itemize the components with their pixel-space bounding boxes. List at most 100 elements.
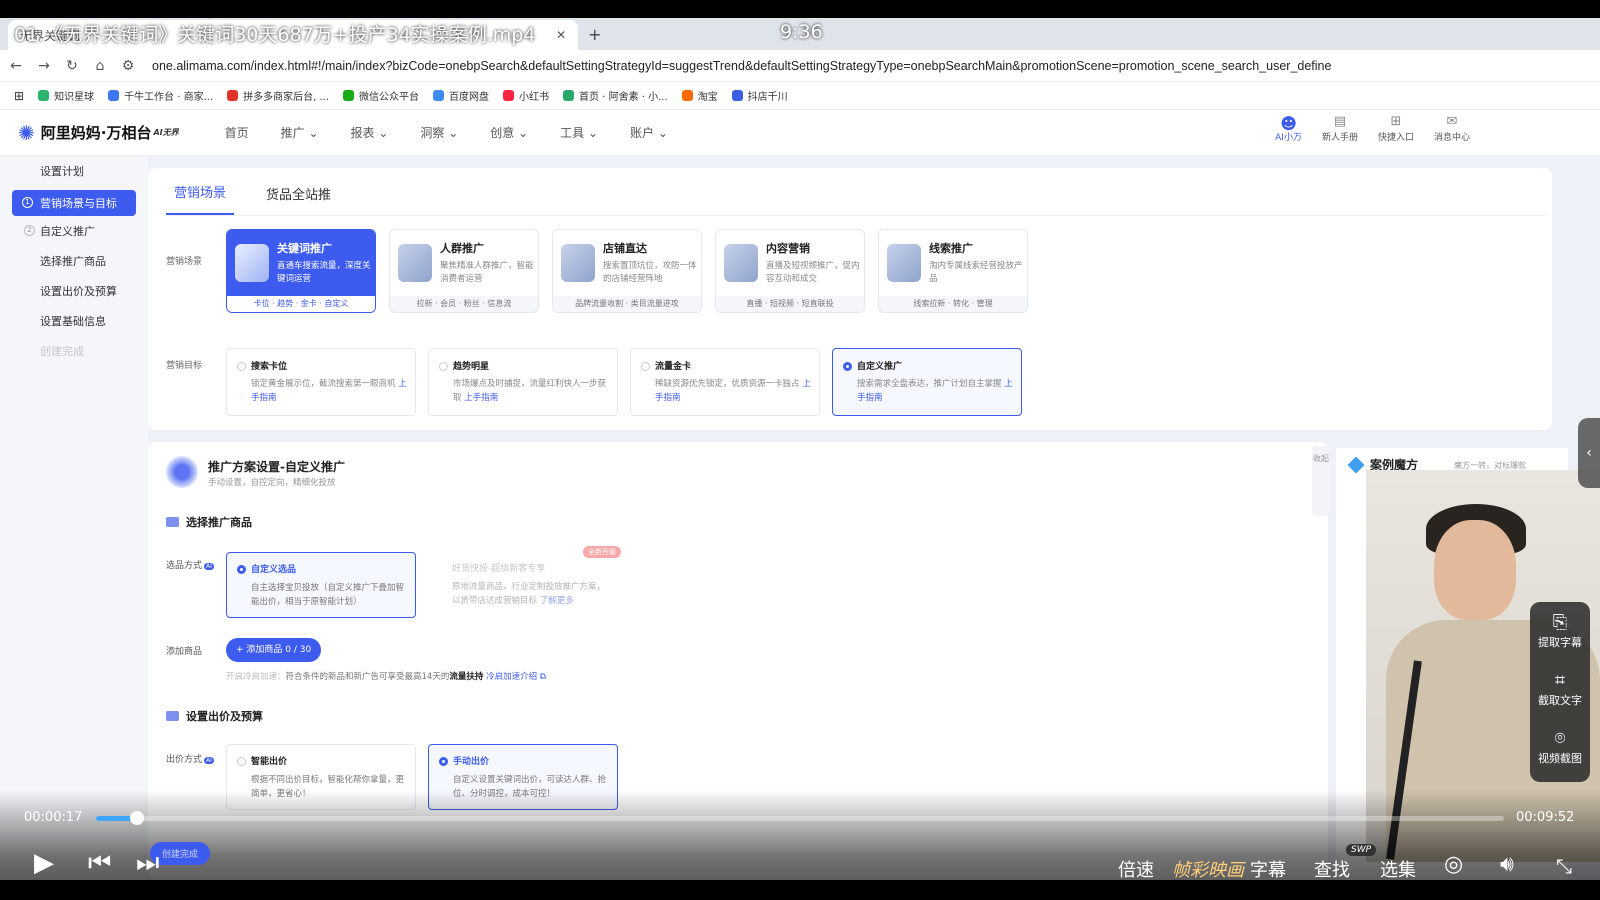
extract-subtitle-icon: ⎘ xyxy=(1552,612,1568,633)
bookmark-label: 淘宝 xyxy=(697,92,718,103)
apps-grid-icon[interactable]: ⊞ xyxy=(14,89,24,103)
menu-item[interactable]: 报表 ⌄ xyxy=(351,124,389,141)
header-action[interactable]: ✉ 消息中心 xyxy=(1434,114,1470,143)
url-field[interactable]: one.alimama.com/index.html#!/main/index?… xyxy=(152,59,1331,73)
step-item[interactable]: 设置计划 xyxy=(0,156,148,186)
back-icon[interactable]: ← xyxy=(4,58,28,74)
header-action[interactable]: ☻ AI小万 xyxy=(1275,114,1302,143)
subtitle-button[interactable]: 字幕 xyxy=(1250,856,1286,882)
section-bid: 设置出价及预算 xyxy=(166,708,263,724)
scene-desc: 聚焦精准人群推广，智能消费者运营 xyxy=(440,261,534,284)
forward-icon[interactable]: → xyxy=(32,58,56,74)
new-tab-button[interactable]: + xyxy=(588,25,601,44)
header-action[interactable]: ⊞ 快捷入口 xyxy=(1378,114,1414,143)
step-item[interactable]: 创建完成 xyxy=(0,336,148,366)
progress-thumb[interactable] xyxy=(129,811,144,825)
goal-desc: 稀缺资源优先锁定，优质资源一卡独占 上手指南 xyxy=(655,377,813,405)
bookmark-item[interactable]: 微信公众平台 xyxy=(343,88,419,103)
bookmark-favicon-icon xyxy=(503,90,515,101)
bookmark-favicon-icon xyxy=(343,90,355,101)
tab-marketing-scene[interactable]: 营销场景 xyxy=(166,182,235,215)
scene-card-item[interactable]: 关键词推广 直通车搜索流量，深度关键词运营 卡位 · 趋势 · 金卡 · 自定义 xyxy=(226,229,376,313)
scene-footer: 线索拉新 · 转化 · 管理 xyxy=(879,296,1027,312)
option-custom-select[interactable]: 自定义选品 自主选择宝贝投放（自定义推广下叠加智能出价，相当于原智能计划） xyxy=(226,552,416,618)
menu-item[interactable]: 首页 xyxy=(225,124,249,141)
menu-item[interactable]: 推广 ⌄ xyxy=(281,124,319,141)
bookmark-item[interactable]: 首页 · 阿舍素 · 小... xyxy=(563,88,668,103)
option-title: 好货快投-超级新客专享 xyxy=(452,564,546,574)
header-actions: ☻ AI小万 ▤ 新人手册 ⊞ 快捷入口 ✉ 消息中心 xyxy=(1255,114,1470,143)
step-item[interactable]: 2 自定义推广 xyxy=(0,216,148,246)
bookmark-item[interactable]: 淘宝 xyxy=(681,88,718,103)
logo[interactable]: ✺ 阿里妈妈·万相台 AI无界 xyxy=(18,121,179,145)
cold-start-link[interactable]: 冷启加速介绍 xyxy=(486,672,537,682)
play-icon[interactable]: ▶ xyxy=(34,848,54,878)
scene-tabs: 营销场景 货品全站推 xyxy=(166,168,1546,216)
goal-option[interactable]: 趋势明星 市场爆点及时捕捉，流量红利快人一步获取 上手指南 xyxy=(428,348,618,416)
episodes-button[interactable]: 选集 xyxy=(1380,856,1416,882)
add-product-button[interactable]: + 添加商品 0 / 30 xyxy=(226,638,322,662)
section-bid-title: 设置出价及预算 xyxy=(186,710,263,723)
find-button[interactable]: 查找 xyxy=(1314,856,1350,882)
scene-title: 内容营销 xyxy=(766,242,810,255)
fullscreen-exit-icon[interactable]: ⤡ xyxy=(1556,854,1572,878)
option-quick-deliver: 好货快投-超级新客专享 原地流量商品，行业定制投放推广方案，以货带店达成营销目标… xyxy=(438,552,628,618)
plan-icon xyxy=(166,456,198,488)
effect-button[interactable]: 帧彩映画 xyxy=(1172,856,1244,882)
menu-item[interactable]: 创意 ⌄ xyxy=(490,124,528,141)
bookmark-item[interactable]: 百度网盘 xyxy=(433,88,489,103)
video-screenshot-label: 视频截图 xyxy=(1538,752,1582,765)
guide-link[interactable]: 上手指南 xyxy=(464,393,498,403)
hint-text: 符合条件的新品和新广告可享受最高14天的 xyxy=(285,672,450,682)
next-icon[interactable]: ⏭ xyxy=(136,848,159,878)
step-item[interactable]: 设置出价及预算 xyxy=(0,276,148,306)
capture-text-button[interactable]: ⌗ 截取文字 xyxy=(1530,670,1590,708)
menu-item[interactable]: 洞察 ⌄ xyxy=(420,124,458,141)
hint-prefix: 开启冷启加速： xyxy=(226,672,286,682)
step-item[interactable]: 设置基础信息 xyxy=(0,306,148,336)
scene-card-item[interactable]: 店铺直达 搜索置顶坑位，攻防一体的店铺经营阵地 品牌流量收割 · 类目流量进攻 xyxy=(552,229,702,313)
scene-footer: 卡位 · 趋势 · 金卡 · 自定义 xyxy=(227,296,375,312)
bookmark-item[interactable]: 拼多多商家后台, ... xyxy=(227,88,329,103)
goal-option[interactable]: 搜索卡位 锁定黄金展示位，截流搜索第一眼商机 上手指南 xyxy=(226,348,416,416)
side-collapse-tab[interactable]: ‹ xyxy=(1578,418,1600,488)
progress-track[interactable] xyxy=(96,816,1504,821)
section-icon xyxy=(166,517,179,527)
scene-card-item[interactable]: 人群推广 聚焦精准人群推广，智能消费者运营 拉新 · 会员 · 粉丝 · 信息流 xyxy=(389,229,539,313)
bookmark-item[interactable]: 抖店千川 xyxy=(731,88,788,103)
bookmark-item[interactable]: 知识星球 xyxy=(38,88,94,103)
menu-item[interactable]: 账户 ⌄ xyxy=(630,124,668,141)
menu-item[interactable]: 工具 ⌄ xyxy=(560,124,598,141)
collapse-button[interactable]: 收起 xyxy=(1312,446,1330,516)
target-icon[interactable]: ◎ xyxy=(1444,852,1463,877)
option-title: 手动出价 xyxy=(453,757,490,767)
bookmark-item[interactable]: 小红书 xyxy=(503,88,549,103)
step-item[interactable]: 1 营销场景与目标 xyxy=(12,190,136,216)
header-action[interactable]: ▤ 新人手册 xyxy=(1322,114,1358,143)
scene-card-item[interactable]: 内容营销 直播及短视频推广，促内容互动和成交 直播 · 短视频 · 短直联投 xyxy=(715,229,865,313)
tab-product-all-site[interactable]: 货品全站推 xyxy=(258,184,339,215)
goal-option[interactable]: 流量金卡 稀缺资源优先锁定，优质资源一卡独占 上手指南 xyxy=(630,348,820,416)
external-link-icon[interactable]: ⧉ xyxy=(540,672,546,682)
select-label: 选品方式 AI xyxy=(166,558,214,571)
goal-label: 营销目标 xyxy=(166,361,203,371)
scene-card-item[interactable]: 线索推广 淘内专属线索经营投放产品 线索拉新 · 转化 · 管理 xyxy=(878,229,1028,313)
doc-icon: ▤ xyxy=(1333,114,1347,129)
bookmark-item[interactable]: 千牛工作台 · 商家... xyxy=(108,88,213,103)
step-nav: 设置计划 1 营销场景与目标 2 自定义推广 选择推广商品 设置出价及预算 设置基础信息 创建完… xyxy=(0,156,148,880)
extract-subtitle-button[interactable]: ⎘ 提取字幕 xyxy=(1530,612,1590,650)
reload-icon[interactable]: ↻ xyxy=(60,58,84,74)
speed-button[interactable]: 倍速 xyxy=(1118,856,1154,882)
home-icon[interactable]: ⌂ xyxy=(88,58,112,74)
step-item[interactable]: 选择推广商品 xyxy=(0,246,148,276)
logo-sup: AI无界 xyxy=(153,128,179,137)
goal-option[interactable]: 自定义推广 搜索需求全盘表达，推广计划自主掌握 上手指南 xyxy=(832,348,1022,416)
site-info-icon[interactable]: ⚙ xyxy=(116,58,140,74)
previous-icon[interactable]: ⏮ xyxy=(88,848,111,878)
option-desc: 原地流量商品，行业定制投放推广方案，以货带店达成营销目标 了解更多 xyxy=(452,580,612,608)
video-screenshot-button[interactable]: ⌾ 视频截图 xyxy=(1530,728,1590,766)
volume-icon[interactable]: 🔊︎ xyxy=(1500,852,1514,877)
close-tab-icon[interactable]: ✕ xyxy=(556,28,566,42)
svip-badge: SWP xyxy=(1346,844,1377,856)
bookmark-favicon-icon xyxy=(38,90,50,101)
